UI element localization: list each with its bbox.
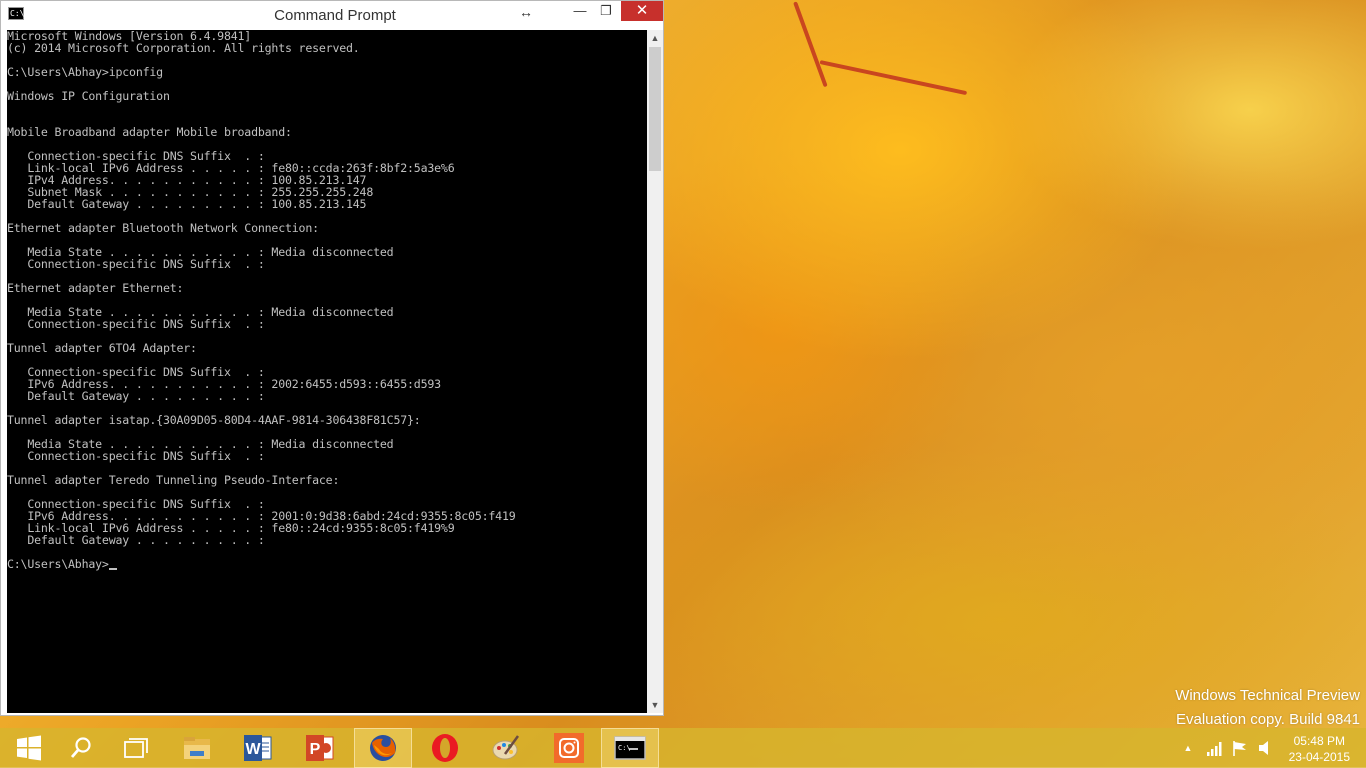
svg-text:P: P [310, 741, 321, 758]
camera-app-button[interactable] [540, 728, 598, 768]
console-line: C:\Users\Abhay>ipconfig [7, 65, 163, 79]
console-line: Ethernet adapter Bluetooth Network Conne… [7, 221, 319, 235]
console-line: Tunnel adapter isatap.{30A09D05-80D4-4AA… [7, 413, 421, 427]
signal-bars-icon [1207, 742, 1222, 756]
clock-time: 05:48 PM [1293, 734, 1345, 748]
file-explorer-button[interactable] [168, 728, 226, 768]
console-line: C:\Users\Abhay> [7, 558, 647, 570]
console-line: (c) 2014 Microsoft Corporation. All righ… [7, 41, 360, 55]
console-line: Connection-specific DNS Suffix . : [7, 257, 265, 271]
search-button[interactable] [52, 728, 110, 768]
start-button[interactable] [0, 728, 58, 768]
folder-icon [184, 737, 210, 759]
clock-date: 23-04-2015 [1288, 750, 1350, 764]
cmd-icon: C:\ [614, 736, 646, 760]
firefox-icon [370, 735, 396, 761]
leaf-vein [819, 60, 968, 96]
camera-icon [554, 733, 584, 763]
console-line: Default Gateway . . . . . . . . . : [7, 533, 265, 547]
console-lines: Microsoft Windows [Version 6.4.9841] (c) … [7, 30, 647, 570]
console-line: Default Gateway . . . . . . . . . : 100.… [7, 197, 367, 211]
speaker-icon [1259, 741, 1268, 755]
resize-icon: ↔ [519, 4, 533, 20]
console-line: Ethernet adapter Ethernet: [7, 281, 184, 295]
console-line: Mobile Broadband adapter Mobile broadban… [7, 125, 292, 139]
scroll-up-arrow-icon[interactable]: ▲ [647, 30, 663, 46]
flag-icon [1233, 741, 1246, 756]
firefox-button[interactable] [354, 728, 412, 768]
taskbar: W P C:\ ▲ 05:48 PM 23-04-2015 [0, 728, 1366, 768]
leaf-vein [793, 1, 828, 88]
command-prompt-taskbar-button[interactable]: C:\ [601, 728, 659, 768]
svg-text:C:\: C:\ [618, 744, 631, 752]
console-line: Default Gateway . . . . . . . . . : [7, 389, 265, 403]
scroll-thumb[interactable] [649, 47, 661, 171]
task-view-button[interactable] [108, 728, 166, 768]
windows-logo-icon [17, 735, 41, 761]
text-cursor [108, 568, 117, 570]
watermark-line1: Windows Technical Preview [1175, 687, 1360, 704]
window-titlebar[interactable]: C:\ Command Prompt ↔ — ❐ ✕ [1, 1, 663, 30]
powerpoint-icon: P [306, 735, 334, 761]
system-clock[interactable]: 05:48 PM 23-04-2015 [1289, 733, 1350, 765]
console-line: Connection-specific DNS Suffix . : [7, 449, 265, 463]
paint-button[interactable] [477, 728, 535, 768]
command-prompt-window[interactable]: C:\ Command Prompt ↔ — ❐ ✕ Microsoft Win… [0, 0, 664, 716]
console-line: Tunnel adapter Teredo Tunneling Pseudo-I… [7, 473, 340, 487]
svg-text:W: W [245, 741, 261, 758]
console-output[interactable]: Microsoft Windows [Version 6.4.9841] (c) … [7, 30, 647, 713]
console-line: Windows IP Configuration [7, 89, 170, 103]
volume-icon[interactable] [1256, 728, 1272, 768]
action-center-flag-icon[interactable] [1230, 728, 1250, 768]
palette-icon [492, 735, 520, 760]
console-line: Connection-specific DNS Suffix . : [7, 317, 265, 331]
close-button[interactable]: ✕ [621, 1, 663, 21]
scroll-down-arrow-icon[interactable]: ▼ [647, 697, 663, 713]
show-hidden-icons-icon[interactable]: ▲ [1180, 728, 1196, 768]
opera-icon [432, 734, 458, 762]
opera-button[interactable] [416, 728, 474, 768]
search-icon [70, 737, 91, 758]
console-line: Tunnel adapter 6TO4 Adapter: [7, 341, 197, 355]
minimize-button[interactable]: — [567, 1, 593, 21]
word-icon: W [244, 735, 272, 761]
vertical-scrollbar[interactable]: ▲ ▼ [647, 30, 663, 713]
maximize-button[interactable]: ❐ [593, 1, 619, 21]
powerpoint-button[interactable]: P [291, 728, 349, 768]
windows-watermark: Windows Technical Preview Evaluation cop… [1175, 684, 1360, 732]
task-view-icon [124, 738, 148, 758]
word-button[interactable]: W [229, 728, 287, 768]
network-signal-icon[interactable] [1205, 728, 1225, 768]
